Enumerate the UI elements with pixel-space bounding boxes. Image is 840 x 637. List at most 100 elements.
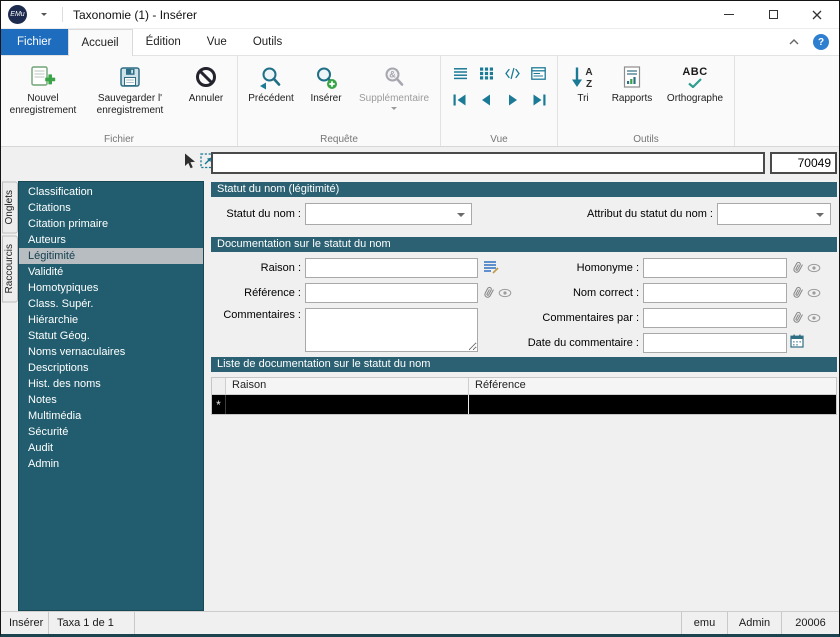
sidebar-item-legitimite[interactable]: Légitimité: [19, 248, 203, 264]
tab-edition[interactable]: Édition: [133, 29, 194, 55]
additional-search-button[interactable]: & Supplémentaire: [351, 58, 437, 113]
insert-search-icon: [314, 61, 338, 93]
close-icon: [812, 10, 822, 19]
sidebar-item-validite[interactable]: Validité: [19, 264, 203, 280]
new-record-button[interactable]: Nouvel enregistrement: [4, 58, 82, 117]
view-form-button[interactable]: [529, 66, 547, 81]
additional-search-icon: &: [382, 61, 406, 93]
last-record-icon: [533, 94, 545, 105]
view-grid-icon: [479, 67, 493, 80]
sidebar-item-citations[interactable]: Citations: [19, 200, 203, 216]
paperclip-icon: [793, 311, 803, 323]
eye-icon: [807, 288, 821, 298]
sidebar-item-homotypiques[interactable]: Homotypiques: [19, 280, 203, 296]
view-code-button[interactable]: [503, 66, 521, 81]
collapse-ribbon-icon[interactable]: [789, 39, 799, 45]
reports-button[interactable]: Rapports: [605, 58, 659, 105]
view-grid-button[interactable]: [477, 66, 495, 81]
column-header-reference[interactable]: Référence: [469, 378, 836, 394]
tab-accueil[interactable]: Accueil: [67, 29, 133, 56]
spellcheck-button[interactable]: ABC Orthographe: [659, 58, 731, 105]
save-record-button[interactable]: Sauvegarder l' enregistrement: [82, 58, 178, 117]
commentaires-par-input[interactable]: [643, 308, 787, 328]
homonyme-view-button[interactable]: [807, 263, 821, 273]
insert-label: Insérer: [310, 93, 342, 104]
nom-correct-view-button[interactable]: [807, 288, 821, 298]
lookup-list-button[interactable]: [483, 260, 499, 274]
commentaires-textarea[interactable]: [305, 308, 478, 352]
sidebar-item-noms-vernaculaires[interactable]: Noms vernaculaires: [19, 344, 203, 360]
documentation-table: Raison Référence *: [211, 377, 837, 415]
minimize-button[interactable]: [707, 1, 751, 28]
sidebar-item-citation-primaire[interactable]: Citation primaire: [19, 216, 203, 232]
vertical-tab-onglets[interactable]: Onglets: [2, 181, 18, 234]
table-row[interactable]: *: [212, 395, 836, 414]
raison-input[interactable]: [305, 258, 478, 278]
sort-icon: AZ: [570, 61, 596, 93]
maximize-button[interactable]: [751, 1, 795, 28]
statut-du-nom-label: Statut du nom :: [226, 208, 301, 220]
cell-reference[interactable]: [469, 395, 836, 414]
sidebar-item-descriptions[interactable]: Descriptions: [19, 360, 203, 376]
sidebar-item-hierarchie[interactable]: Hiérarchie: [19, 312, 203, 328]
view-list-button[interactable]: [451, 66, 469, 81]
sort-letter-a: A: [585, 67, 592, 78]
date-commentaire-input[interactable]: [643, 333, 787, 353]
cancel-button[interactable]: Annuler: [178, 58, 234, 105]
date-picker-button[interactable]: [790, 334, 804, 348]
last-record-button[interactable]: [529, 92, 547, 107]
view-mode-row: [451, 66, 547, 81]
view-code-icon: [504, 67, 520, 80]
help-button[interactable]: ?: [813, 34, 829, 50]
ribbon-right-controls: ?: [789, 29, 839, 55]
previous-record-button[interactable]: [477, 92, 495, 107]
eye-icon: [807, 263, 821, 273]
first-record-button[interactable]: [451, 92, 469, 107]
sidebar-item-auteurs[interactable]: Auteurs: [19, 232, 203, 248]
minimize-icon: [724, 14, 734, 15]
close-button[interactable]: [795, 1, 839, 28]
sidebar-item-hist-des-noms[interactable]: Hist. des noms: [19, 376, 203, 392]
help-icon: ?: [817, 36, 825, 48]
tab-outils[interactable]: Outils: [240, 29, 295, 55]
window-controls: [707, 1, 839, 28]
row-selector-header[interactable]: [212, 378, 226, 394]
sidebar-item-notes[interactable]: Notes: [19, 392, 203, 408]
select-arrow-icon[interactable]: [182, 153, 196, 169]
previous-search-label: Précédent: [248, 93, 294, 104]
view-list-icon: [453, 68, 467, 80]
cell-raison[interactable]: [226, 395, 469, 414]
homonyme-attach-button[interactable]: [791, 260, 805, 274]
statut-du-nom-combobox[interactable]: [305, 203, 472, 225]
commentaires-par-label: Commentaires par :: [542, 312, 639, 324]
sidebar-item-securite[interactable]: Sécurité: [19, 424, 203, 440]
app-window: EMu Taxonomie (1) - Insérer Fichier Accu…: [0, 0, 840, 637]
spellcheck-abc-text: ABC: [682, 65, 708, 78]
save-record-label: Sauvegarder l' enregistrement: [97, 93, 164, 117]
sidebar-item-class-super[interactable]: Class. Supér.: [19, 296, 203, 312]
sidebar-item-admin[interactable]: Admin: [19, 456, 203, 472]
sidebar-item-classification[interactable]: Classification: [19, 184, 203, 200]
reference-attach-button[interactable]: [482, 285, 496, 299]
commentaires-par-view-button[interactable]: [807, 313, 821, 323]
sidebar-item-statut-geog[interactable]: Statut Géog.: [19, 328, 203, 344]
nom-correct-attach-button[interactable]: [791, 285, 805, 299]
nom-correct-input[interactable]: [643, 283, 787, 303]
new-row-marker[interactable]: *: [212, 395, 226, 414]
tab-fichier[interactable]: Fichier: [1, 29, 68, 55]
previous-search-button[interactable]: Précédent: [241, 58, 301, 105]
first-record-icon: [453, 94, 465, 105]
next-record-button[interactable]: [503, 92, 521, 107]
attribut-statut-combobox[interactable]: [717, 203, 831, 225]
quick-access-dropdown-button[interactable]: [36, 7, 52, 23]
commentaires-par-attach-button[interactable]: [791, 310, 805, 324]
homonyme-input[interactable]: [643, 258, 787, 278]
vertical-tab-raccourcis[interactable]: Raccourcis: [2, 235, 18, 303]
sort-button[interactable]: AZ Tri: [561, 58, 605, 105]
reference-input[interactable]: [305, 283, 478, 303]
sidebar-item-audit[interactable]: Audit: [19, 440, 203, 456]
sidebar-item-multimedia[interactable]: Multimédia: [19, 408, 203, 424]
tab-vue[interactable]: Vue: [194, 29, 240, 55]
insert-button[interactable]: Insérer: [301, 58, 351, 105]
column-header-raison[interactable]: Raison: [226, 378, 469, 394]
